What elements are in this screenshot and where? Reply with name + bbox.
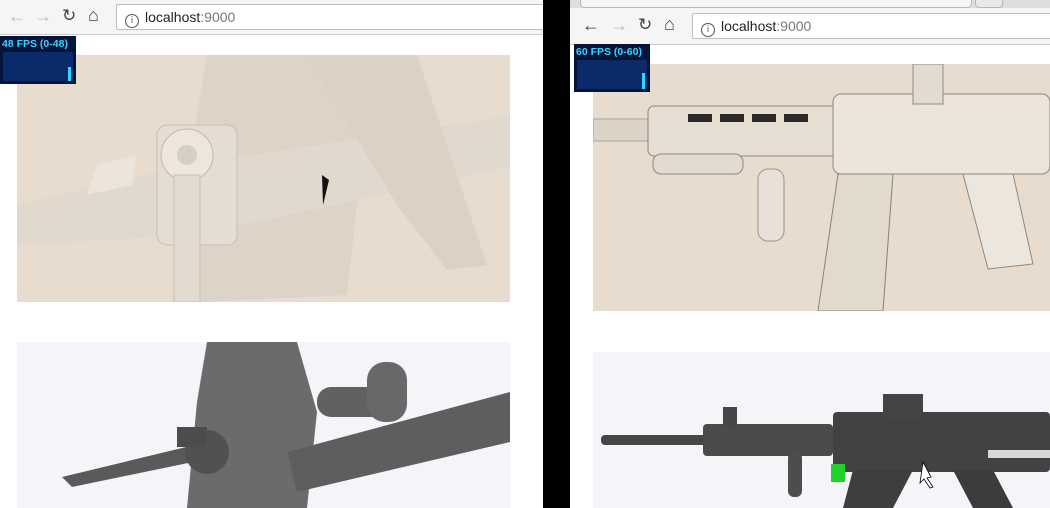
fps-graph (3, 52, 73, 81)
address-bar[interactable]: i localhost:9000 (116, 4, 543, 30)
helicopter-mesh (17, 342, 510, 508)
info-icon[interactable]: i (125, 14, 139, 28)
home-icon[interactable]: ⌂ (664, 14, 675, 34)
sidebar-edge-glyphs (570, 120, 577, 290)
fps-label: 60 FPS (0-60) (576, 46, 642, 58)
reload-icon[interactable]: ↻ (62, 6, 76, 26)
fps-meter: 48 FPS (0-48) (0, 36, 76, 84)
left-browser-window: ← → ↻ ⌂ i localhost:9000 48 FPS (0-48) (0, 0, 543, 508)
info-icon[interactable]: i (701, 23, 715, 37)
helicopter-render (17, 55, 510, 302)
right-toolbar: ← → ↻ ⌂ i localhost:9000 (570, 0, 1050, 45)
render-viewport-flat[interactable] (17, 342, 510, 508)
tab-strip (570, 0, 1050, 8)
rifle-mesh (593, 352, 1050, 508)
fps-bar (642, 73, 645, 89)
render-viewport-flat[interactable] (593, 352, 1050, 508)
forward-icon[interactable]: → (610, 15, 628, 35)
address-bar[interactable]: i localhost:9000 (692, 13, 1050, 39)
fps-meter: 60 FPS (0-60) (574, 44, 650, 92)
address-host: localhost (145, 9, 201, 25)
address-port: :9000 (200, 9, 236, 25)
fps-label: 48 FPS (0-48) (2, 38, 68, 50)
address-port: :9000 (776, 18, 812, 34)
reload-icon[interactable]: ↻ (638, 15, 652, 35)
address-host: localhost (721, 18, 777, 34)
back-icon[interactable]: ← (582, 15, 600, 35)
right-browser-window: ← → ↻ ⌂ i localhost:9000 60 FPS (0-60) (570, 0, 1050, 508)
back-icon[interactable]: ← (8, 6, 26, 26)
fps-graph (577, 60, 647, 89)
browser-tab[interactable] (580, 0, 972, 8)
forward-icon[interactable]: → (34, 6, 52, 26)
render-viewport-shaded[interactable] (17, 55, 510, 302)
fps-bar (68, 67, 71, 81)
home-icon[interactable]: ⌂ (88, 5, 99, 25)
left-toolbar: ← → ↻ ⌂ i localhost:9000 (0, 0, 543, 35)
render-viewport-shaded[interactable] (593, 64, 1050, 311)
new-tab-button[interactable] (975, 0, 1003, 8)
rifle-render (593, 64, 1050, 311)
